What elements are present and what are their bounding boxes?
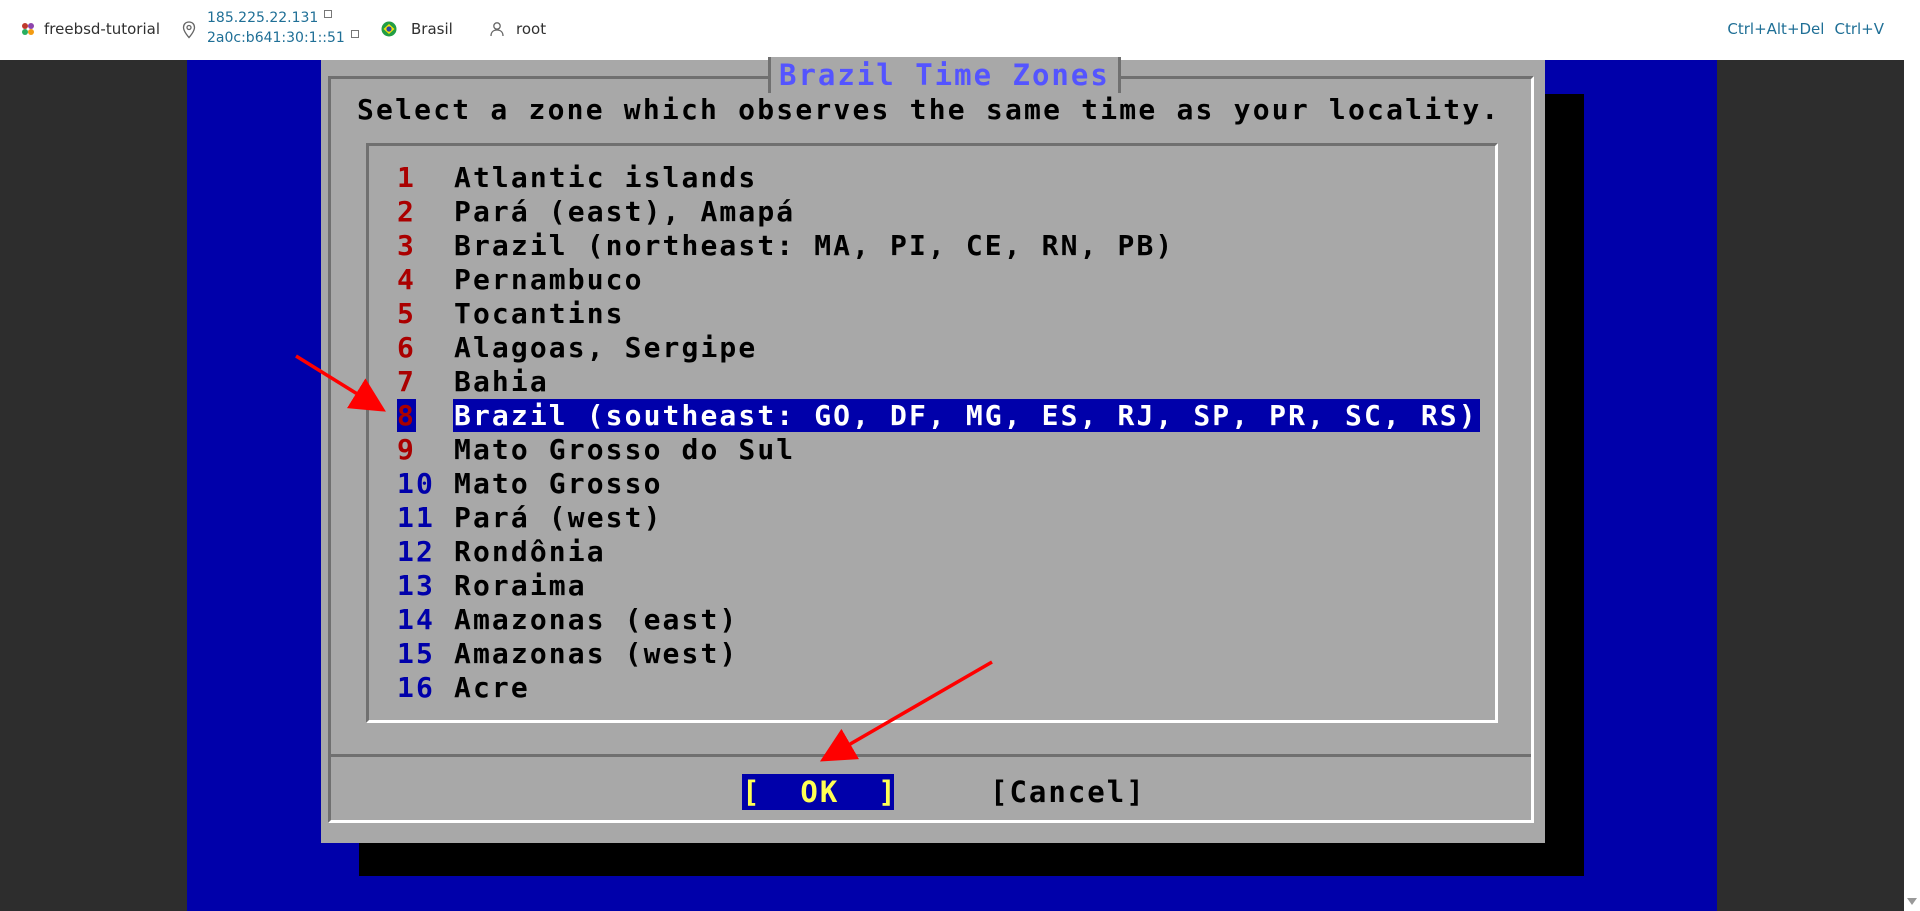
zone-item-number: 11	[397, 501, 453, 535]
zone-item-number: 7	[397, 365, 453, 399]
zone-item-label: Pernambuco	[454, 263, 644, 296]
dialog-title: Brazil Time Zones	[768, 57, 1121, 93]
zone-item-number-text: 9	[397, 433, 416, 466]
zone-item-label: Pará (west)	[454, 501, 663, 534]
zone-item-label: Amazonas (east)	[454, 603, 739, 636]
app-logo-icon	[22, 23, 34, 35]
zone-item[interactable]: 7 Bahia	[397, 365, 551, 399]
zone-item-number: 14	[397, 603, 453, 637]
zone-item-number: 8	[397, 399, 453, 433]
button-separator	[331, 754, 1531, 757]
zone-item-number: 15	[397, 637, 453, 671]
zone-item[interactable]: 14 Amazonas (east)	[397, 603, 740, 637]
zone-item-number-text: 2	[397, 195, 416, 228]
zone-item[interactable]: 6 Alagoas, Sergipe	[397, 331, 759, 365]
zone-item-label: Bahia	[454, 365, 549, 398]
location-label: Brasil	[411, 20, 453, 38]
zone-item-label: Brazil (southeast: GO, DF, MG, ES, RJ, S…	[453, 399, 1480, 432]
location-pin-icon	[182, 21, 196, 39]
brazil-flag-icon	[381, 21, 397, 37]
zone-item-label: Acre	[454, 671, 530, 704]
zone-item-number-text: 16	[397, 671, 435, 704]
zone-item[interactable]: 4 Pernambuco	[397, 263, 646, 297]
copy-icon[interactable]	[350, 30, 359, 38]
zone-item-number: 4	[397, 263, 453, 297]
zone-item-label: Mato Grosso do Sul	[454, 433, 796, 466]
server-title[interactable]: freebsd-tutorial	[20, 20, 160, 38]
zone-item-number: 10	[397, 467, 453, 501]
zone-item[interactable]: 10 Mato Grosso	[397, 467, 665, 501]
zone-item[interactable]: 16 Acre	[397, 671, 532, 705]
ok-button[interactable]: [ OK ]	[742, 774, 896, 810]
zone-item-label: Roraima	[454, 569, 587, 602]
zone-item-number-text: 4	[397, 263, 416, 296]
zone-item-label: Mato Grosso	[454, 467, 663, 500]
ctrl-v-button[interactable]: Ctrl+V	[1834, 20, 1884, 38]
zone-item-label: Alagoas, Sergipe	[454, 331, 758, 364]
dialog-prompt: Select a zone which observes the same ti…	[357, 93, 1501, 126]
zone-item-number-text: 10	[397, 467, 435, 500]
zone-item-number-text: 1	[397, 161, 416, 194]
zone-item[interactable]: 13 Roraima	[397, 569, 589, 603]
zone-item[interactable]: 11 Pará (west)	[397, 501, 665, 535]
zone-item-label: Amazonas (west)	[454, 637, 739, 670]
zone-item-number: 13	[397, 569, 453, 603]
zone-item-number: 3	[397, 229, 453, 263]
copy-icon[interactable]	[324, 10, 333, 18]
zone-item-number-text: 13	[397, 569, 435, 602]
zone-item-label: Tocantins	[454, 297, 625, 330]
zone-item-number: 16	[397, 671, 453, 705]
zone-item-label: Atlantic islands	[454, 161, 758, 194]
zone-item[interactable]: 3 Brazil (northeast: MA, PI, CE, RN, PB)	[397, 229, 1176, 263]
zone-item-number-text: 14	[397, 603, 435, 636]
scroll-down-icon[interactable]	[1907, 898, 1917, 905]
page-scrollbar[interactable]	[1904, 0, 1920, 911]
zone-item-number: 9	[397, 433, 453, 467]
user-label: root	[516, 20, 547, 38]
zone-item-number: 2	[397, 195, 453, 229]
user-icon	[490, 22, 504, 37]
zone-item-number: 6	[397, 331, 453, 365]
zone-item-label: Pará (east), Amapá	[454, 195, 796, 228]
ipv4-address[interactable]: 185.225.22.131	[207, 10, 333, 26]
zone-item-label: Rondônia	[454, 535, 606, 568]
zone-item-number-text: 15	[397, 637, 435, 670]
zone-item[interactable]: 5 Tocantins	[397, 297, 627, 331]
keyboard-shortcuts: Ctrl+Alt+Del Ctrl+V	[1727, 20, 1884, 38]
zone-item[interactable]: 15 Amazonas (west)	[397, 637, 740, 671]
zone-item-number-text: 3	[397, 229, 416, 262]
zone-item-number-text: 11	[397, 501, 435, 534]
server-name: freebsd-tutorial	[44, 20, 160, 38]
top-bar: freebsd-tutorial 185.225.22.131 2a0c:b64…	[0, 0, 1904, 60]
cancel-button[interactable]: [Cancel]	[990, 774, 1146, 810]
zone-item-number-text: 8	[397, 399, 416, 432]
ctrl-alt-del-button[interactable]: Ctrl+Alt+Del	[1727, 20, 1824, 38]
zone-item[interactable]: 2 Pará (east), Amapá	[397, 195, 797, 229]
zone-item[interactable]: 1 Atlantic islands	[397, 161, 759, 195]
location: Brasil	[381, 20, 453, 38]
zone-item-number-text: 7	[397, 365, 416, 398]
zone-item-number: 12	[397, 535, 453, 569]
zone-item[interactable]: 8 Brazil (southeast: GO, DF, MG, ES, RJ, …	[397, 399, 1480, 433]
user: root	[490, 20, 546, 38]
zone-item-number-text: 5	[397, 297, 416, 330]
zone-item[interactable]: 9 Mato Grosso do Sul	[397, 433, 797, 467]
zone-item-number-text: 6	[397, 331, 416, 364]
zone-item-number: 1	[397, 161, 453, 195]
zone-item-number: 5	[397, 297, 453, 331]
ipv6-address[interactable]: 2a0c:b641:30:1::51	[207, 30, 359, 46]
zone-item[interactable]: 12 Rondônia	[397, 535, 608, 569]
zone-item-label: Brazil (northeast: MA, PI, CE, RN, PB)	[454, 229, 1175, 262]
zone-item-number-text: 12	[397, 535, 435, 568]
